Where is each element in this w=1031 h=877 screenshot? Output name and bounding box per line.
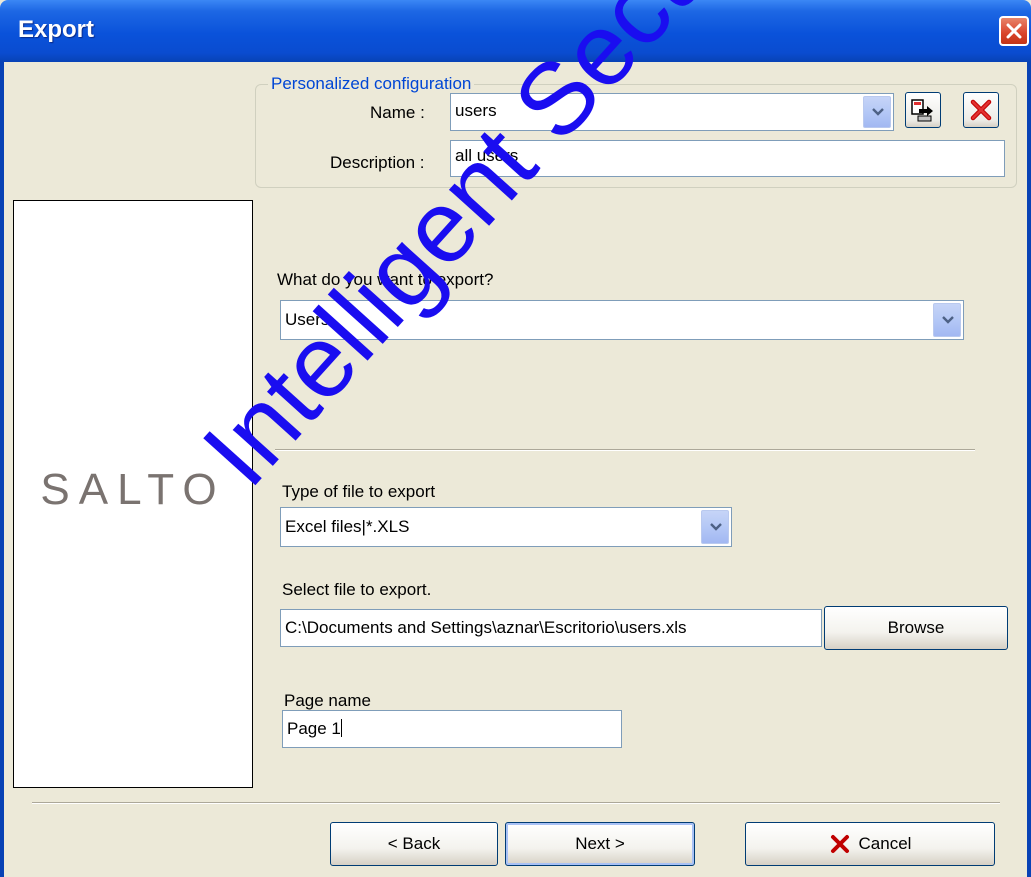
file-path-value: C:\Documents and Settings\aznar\Escritor… — [285, 618, 687, 637]
browse-label: Browse — [887, 618, 945, 637]
select-file-label: Select file to export. — [282, 580, 432, 599]
delete-config-button[interactable] — [963, 92, 999, 128]
description-label: Description : — [330, 153, 425, 172]
chevron-down-icon — [872, 108, 884, 116]
cancel-icon — [830, 835, 849, 853]
next-label: Next > — [575, 834, 625, 853]
export-what-label: What do you want to export? — [277, 270, 494, 289]
page-name-input[interactable]: Page 1 — [282, 710, 622, 748]
delete-icon — [970, 99, 992, 121]
close-icon — [1006, 23, 1022, 39]
back-label: < Back — [387, 834, 441, 853]
logo-panel: SALTO — [13, 200, 253, 788]
file-type-dropdown-button[interactable] — [701, 510, 729, 544]
page-name-label: Page name — [284, 691, 371, 710]
description-input[interactable]: all users — [450, 140, 1005, 177]
title-bar[interactable]: Export — [0, 0, 1031, 62]
file-path-input[interactable]: C:\Documents and Settings\aznar\Escritor… — [280, 609, 822, 647]
section-divider — [275, 449, 975, 451]
chevron-down-icon — [942, 316, 954, 324]
name-dropdown-button[interactable] — [863, 96, 891, 128]
window-title: Export — [18, 16, 95, 43]
save-config-button[interactable] — [905, 92, 941, 128]
export-what-value: Users — [285, 310, 330, 329]
file-type-label: Type of file to export — [282, 482, 436, 501]
chevron-down-icon — [710, 523, 722, 531]
file-type-value: Excel files|*.XLS — [285, 517, 410, 536]
salto-logo: SALTO — [40, 465, 226, 514]
cancel-label: Cancel — [858, 834, 912, 853]
config-legend: Personalized configuration — [271, 74, 472, 93]
next-button[interactable]: Next > — [505, 822, 695, 866]
cancel-button[interactable]: Cancel — [745, 822, 995, 866]
page-name-value: Page 1 — [287, 719, 341, 738]
save-config-icon — [911, 99, 933, 122]
back-button[interactable]: < Back — [330, 822, 498, 866]
file-type-combo[interactable]: Excel files|*.XLS — [280, 507, 732, 547]
footer-divider — [32, 802, 1000, 804]
description-value: all users — [455, 146, 519, 165]
name-label: Name : — [370, 103, 425, 122]
close-button[interactable] — [999, 16, 1029, 46]
browse-button[interactable]: Browse — [824, 606, 1008, 650]
export-what-combo[interactable]: Users — [280, 300, 964, 340]
name-value: users — [455, 101, 497, 120]
name-combo[interactable]: users — [450, 93, 894, 131]
text-cursor — [340, 719, 342, 737]
export-what-dropdown-button[interactable] — [933, 303, 961, 337]
